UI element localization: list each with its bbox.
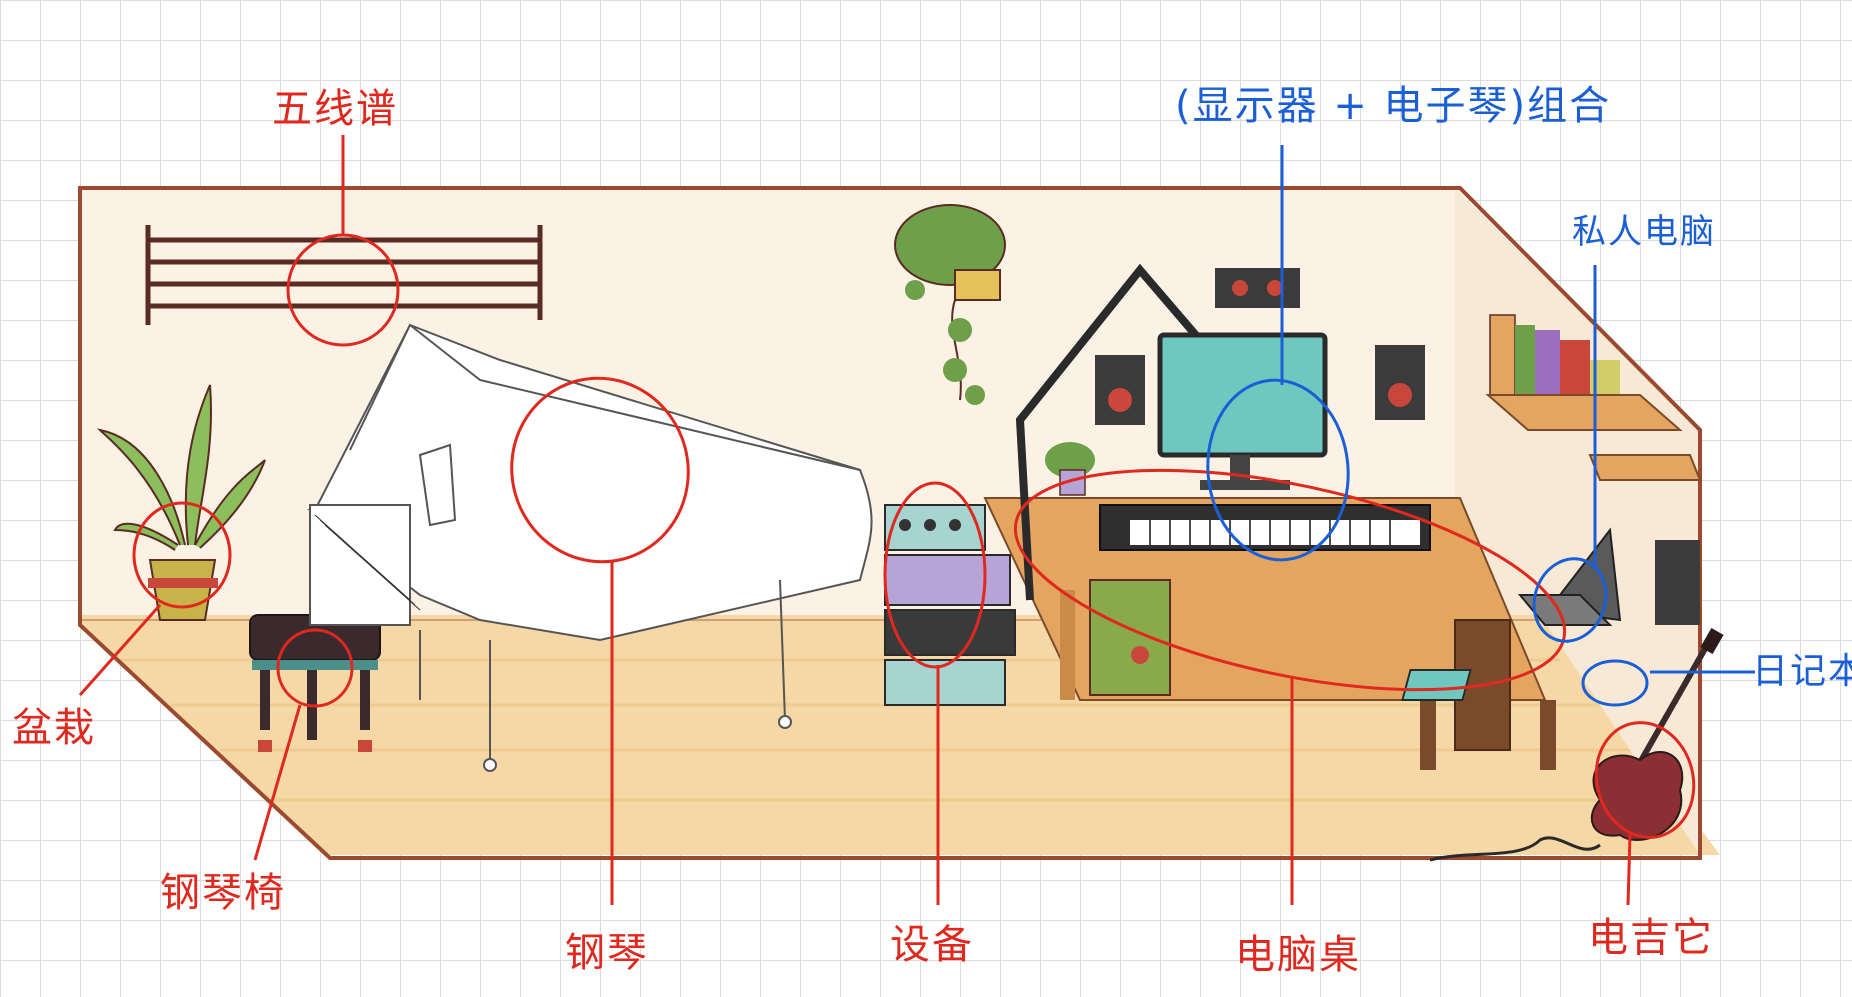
label-personal-computer: 私人电脑 [1572, 212, 1716, 252]
label-monitor-keyboard-combo: (显示器 + 电子琴)组合 [1175, 83, 1612, 129]
side-speaker [1655, 540, 1700, 625]
electronic-keyboard [1099, 504, 1431, 551]
label-potted-plant: 盆栽 [12, 705, 96, 751]
room-illustration [78, 135, 1755, 906]
label-notebook: 日记本 [1752, 651, 1852, 692]
label-equipment: 设备 [890, 922, 974, 968]
label-piano: 钢琴 [565, 930, 649, 976]
label-electric-guitar: 电吉它 [1588, 915, 1714, 961]
diary [1401, 669, 1472, 701]
label-staff: 五线谱 [272, 86, 398, 132]
label-computer-desk: 电脑桌 [1235, 932, 1361, 978]
guitar-leader [1626, 834, 1632, 906]
label-piano-bench: 钢琴椅 [160, 870, 286, 916]
